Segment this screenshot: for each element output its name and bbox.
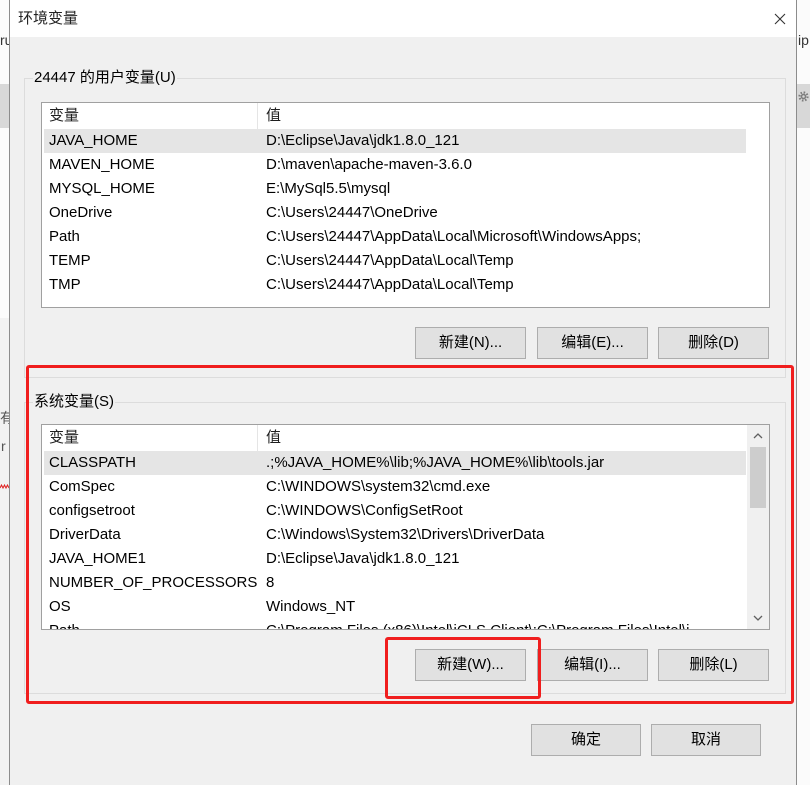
delete-system-variable-button[interactable]: 删除(L) bbox=[658, 649, 769, 681]
variable-value-cell: D:\maven\apache-maven-3.6.0 bbox=[266, 156, 472, 173]
table-row[interactable]: TMP C:\Users\24447\AppData\Local\Temp bbox=[44, 273, 746, 297]
delete-user-variable-button[interactable]: 删除(D) bbox=[658, 327, 769, 359]
variable-value-cell: C:\WINDOWS\ConfigSetRoot bbox=[266, 502, 463, 519]
variable-name-cell: MYSQL_HOME bbox=[49, 180, 155, 197]
variable-name-cell: NUMBER_OF_PROCESSORS bbox=[49, 574, 258, 591]
table-row[interactable]: CLASSPATH .;%JAVA_HOME%\lib;%JAVA_HOME%\… bbox=[44, 451, 746, 475]
system-variables-list[interactable]: 变量 值 CLASSPATH .;%JAVA_HOME%\lib;%JAVA_H… bbox=[41, 424, 770, 630]
background-editor-area bbox=[0, 318, 9, 785]
variable-name-cell: DriverData bbox=[49, 526, 121, 543]
vertical-scrollbar[interactable] bbox=[747, 425, 769, 629]
variable-value-cell: D:\Eclipse\Java\jdk1.8.0_121 bbox=[266, 550, 460, 567]
chevron-down-icon bbox=[753, 615, 763, 621]
list-header: 变量 值 bbox=[42, 425, 769, 451]
list-header: 变量 值 bbox=[42, 103, 769, 129]
column-header-value[interactable]: 值 bbox=[258, 425, 281, 451]
edit-system-variable-button[interactable]: 编辑(I)... bbox=[537, 649, 648, 681]
variable-value-cell: C:\Program Files (x86)\Intel\iCLS Client… bbox=[258, 619, 746, 629]
background-text-fragment: r bbox=[1, 438, 6, 454]
new-user-variable-button[interactable]: 新建(N)... bbox=[415, 327, 526, 359]
close-icon bbox=[774, 13, 786, 25]
background-text-fragment: 有 bbox=[0, 410, 9, 426]
variable-value-cell: C:\Users\24447\AppData\Local\Temp bbox=[266, 276, 514, 293]
variable-value-cell: D:\Eclipse\Java\jdk1.8.0_121 bbox=[266, 132, 460, 149]
table-row[interactable]: ComSpec C:\WINDOWS\system32\cmd.exe bbox=[44, 475, 746, 499]
variable-name-cell: JAVA_HOME bbox=[49, 132, 138, 149]
system-variables-group: 系统变量(S) 变量 值 CLASSPATH .;%JAVA_HOME%\lib… bbox=[24, 393, 786, 694]
environment-variables-dialog: 环境变量 24447 的用户变量(U) 变量 值 JAVA_HOME D:\Ec… bbox=[9, 0, 797, 785]
scrollbar-track[interactable] bbox=[747, 447, 769, 607]
close-button[interactable] bbox=[765, 4, 795, 34]
ok-button[interactable]: 确定 bbox=[531, 724, 641, 756]
window-title: 环境变量 bbox=[18, 10, 79, 27]
scroll-down-button[interactable] bbox=[747, 607, 769, 629]
variable-value-cell: C:\Users\24447\AppData\Local\Temp bbox=[266, 252, 514, 269]
table-row[interactable]: DriverData C:\Windows\System32\Drivers\D… bbox=[44, 523, 746, 547]
scroll-up-button[interactable] bbox=[747, 425, 769, 447]
table-row[interactable]: Path C:\Program Files (x86)\Intel\iCLS C… bbox=[44, 619, 746, 629]
background-window-right-edge: ip bbox=[797, 0, 810, 785]
variable-name-cell: JAVA_HOME1 bbox=[49, 550, 146, 567]
scrollbar-thumb[interactable] bbox=[750, 447, 766, 508]
table-row[interactable]: OneDrive C:\Users\24447\OneDrive bbox=[44, 201, 746, 225]
variable-value-cell: E:\MySql5.5\mysql bbox=[266, 180, 391, 197]
variable-name-cell: OS bbox=[49, 598, 71, 615]
variable-name-cell: CLASSPATH bbox=[49, 454, 136, 471]
variable-value-cell: C:\Windows\System32\Drivers\DriverData bbox=[266, 526, 545, 543]
variable-name-cell: Path bbox=[49, 228, 80, 245]
edit-user-variable-button[interactable]: 编辑(E)... bbox=[537, 327, 648, 359]
table-row[interactable]: Path C:\Users\24447\AppData\Local\Micros… bbox=[44, 225, 746, 249]
user-variables-group-label: 24447 的用户变量(U) bbox=[33, 69, 177, 87]
new-system-variable-button[interactable]: 新建(W)... bbox=[415, 649, 526, 681]
column-header-variable[interactable]: 变量 bbox=[44, 425, 258, 451]
variable-name-cell: TMP bbox=[49, 276, 81, 293]
variable-value-cell: C:\WINDOWS\system32\cmd.exe bbox=[266, 478, 491, 495]
cancel-button[interactable]: 取消 bbox=[651, 724, 761, 756]
table-row[interactable]: configsetroot C:\WINDOWS\ConfigSetRoot bbox=[44, 499, 746, 523]
chevron-up-icon bbox=[753, 433, 763, 439]
user-variables-group: 24447 的用户变量(U) 变量 值 JAVA_HOME D:\Eclipse… bbox=[24, 69, 786, 378]
variable-name-cell: OneDrive bbox=[49, 204, 113, 221]
user-variables-list[interactable]: 变量 值 JAVA_HOME D:\Eclipse\Java\jdk1.8.0_… bbox=[41, 102, 770, 308]
variable-name-cell: ComSpec bbox=[49, 478, 115, 495]
background-window-left-edge: ru 有 r bbox=[0, 0, 9, 785]
table-row[interactable]: MAVEN_HOME D:\maven\apache-maven-3.6.0 bbox=[44, 153, 746, 177]
table-row[interactable]: OS Windows_NT bbox=[44, 595, 746, 619]
table-row[interactable]: TEMP C:\Users\24447\AppData\Local\Temp bbox=[44, 249, 746, 273]
title-bar[interactable]: 环境变量 bbox=[10, 0, 796, 37]
variable-value-cell: C:\Users\24447\OneDrive bbox=[266, 204, 438, 221]
background-text-fragment: ip bbox=[798, 32, 809, 48]
column-header-value[interactable]: 值 bbox=[258, 103, 281, 129]
table-row[interactable]: NUMBER_OF_PROCESSORS 8 bbox=[44, 571, 746, 595]
background-text-fragment: ru bbox=[0, 32, 9, 48]
variable-name-cell: MAVEN_HOME bbox=[49, 156, 155, 173]
table-row[interactable]: JAVA_HOME D:\Eclipse\Java\jdk1.8.0_121 bbox=[44, 129, 746, 153]
variable-name-cell: TEMP bbox=[49, 252, 91, 269]
gear-icon bbox=[798, 91, 809, 102]
variable-name-cell: configsetroot bbox=[49, 502, 135, 519]
spellcheck-squiggle bbox=[0, 484, 9, 490]
table-row[interactable]: MYSQL_HOME E:\MySql5.5\mysql bbox=[44, 177, 746, 201]
column-header-variable[interactable]: 变量 bbox=[44, 103, 258, 129]
system-variables-group-label: 系统变量(S) bbox=[33, 393, 115, 411]
variable-value-cell: .;%JAVA_HOME%\lib;%JAVA_HOME%\lib\tools.… bbox=[266, 454, 605, 471]
variable-value-cell: 8 bbox=[266, 574, 275, 591]
variable-name-cell: Path bbox=[44, 619, 258, 629]
table-row[interactable]: JAVA_HOME1 D:\Eclipse\Java\jdk1.8.0_121 bbox=[44, 547, 746, 571]
variable-value-cell: Windows_NT bbox=[266, 598, 356, 615]
variable-value-cell: C:\Users\24447\AppData\Local\Microsoft\W… bbox=[266, 228, 642, 245]
background-toolbar-band bbox=[0, 84, 9, 128]
